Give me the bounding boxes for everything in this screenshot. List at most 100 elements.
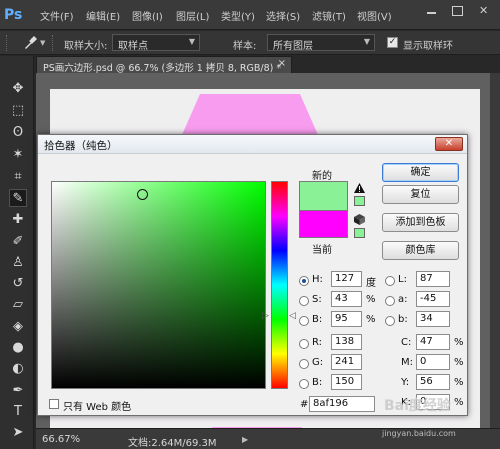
y-input[interactable]: 56: [416, 374, 450, 390]
pen-tool-icon[interactable]: ✒: [9, 382, 27, 400]
m-input[interactable]: 0: [416, 354, 450, 370]
dodge-tool-icon[interactable]: ◐: [9, 360, 27, 378]
dialog-close-button[interactable]: ✕: [435, 137, 463, 151]
magic-wand-tool-icon[interactable]: ✶: [9, 146, 27, 164]
type-tool-icon[interactable]: T: [9, 403, 27, 421]
h-radio[interactable]: [299, 276, 309, 286]
g-input[interactable]: 241: [331, 354, 362, 370]
show-sampling-ring-checkbox[interactable]: ✓: [387, 37, 398, 48]
web-safe-cube-icon[interactable]: [354, 214, 365, 225]
blur-tool-icon[interactable]: ●: [9, 339, 27, 357]
b-radio[interactable]: [299, 316, 309, 326]
l-input[interactable]: 87: [416, 271, 450, 287]
s-input[interactable]: 43: [331, 291, 362, 307]
c-input[interactable]: 47: [416, 334, 450, 350]
sample-size-value: 取样点: [118, 41, 148, 52]
hex-hash-label: #: [300, 399, 309, 410]
paint-bucket-tool-icon[interactable]: ◈: [9, 318, 27, 336]
color-libraries-button[interactable]: 颜色库: [382, 241, 459, 260]
dialog-titlebar[interactable]: 拾色器（纯色） ✕: [38, 135, 467, 154]
blue-input[interactable]: 150: [331, 374, 362, 390]
web-colors-only-checkbox[interactable]: [49, 399, 59, 409]
options-bar-grip[interactable]: [6, 35, 9, 51]
c-label: C:: [401, 337, 412, 348]
a-label: a:: [398, 294, 408, 305]
color-field[interactable]: [51, 181, 266, 389]
stamp-tool-icon[interactable]: ♙: [9, 254, 27, 272]
sample-layers-select[interactable]: 所有图层 ▼: [267, 34, 375, 52]
ok-button[interactable]: 确定: [382, 163, 459, 182]
gamut-warning-icon[interactable]: [354, 183, 365, 193]
menu-type[interactable]: 类型(Y): [221, 8, 255, 23]
h-label: H:: [312, 274, 323, 285]
m-unit: %: [454, 357, 464, 368]
hue-slider-arrow-left-icon[interactable]: ▷: [262, 311, 269, 321]
eyedropper-icon[interactable]: [22, 35, 38, 51]
new-color-label: 新的: [312, 171, 332, 182]
r-input[interactable]: 138: [331, 334, 362, 350]
gamut-warning-swatch[interactable]: [354, 196, 365, 206]
tool-preset-dropdown-icon[interactable]: ▼: [40, 39, 45, 47]
h-unit: 度: [366, 278, 376, 289]
menu-edit[interactable]: 编辑(E): [86, 8, 120, 23]
c-unit: %: [454, 337, 464, 348]
menu-bar: Ps 文件(F) 编辑(E) 图像(I) 图层(L) 类型(Y) 选择(S) 滤…: [0, 0, 500, 30]
menu-file[interactable]: 文件(F): [40, 8, 74, 23]
marquee-tool-icon[interactable]: ⬚: [9, 102, 27, 120]
crop-tool-icon[interactable]: ⌗: [9, 168, 27, 186]
path-selection-tool-icon[interactable]: ➤: [9, 424, 27, 442]
menu-layer[interactable]: 图层(L): [176, 8, 209, 23]
document-tab-title: PS画六边形.psd @ 66.7% (多边形 1 拷贝 8, RGB/8) *: [43, 63, 282, 74]
s-label: S:: [312, 294, 322, 305]
status-menu-arrow-icon[interactable]: ▶: [242, 435, 248, 444]
reset-button[interactable]: 复位: [382, 185, 459, 204]
brush-tool-icon[interactable]: ✐: [9, 233, 27, 251]
sample-layers-value: 所有图层: [273, 41, 313, 52]
color-field-cursor[interactable]: [137, 189, 148, 200]
history-brush-tool-icon[interactable]: ↺: [9, 275, 27, 293]
hex-input[interactable]: 8af196: [309, 396, 375, 412]
menu-view[interactable]: 视图(V): [357, 8, 392, 23]
window-minimize-button[interactable]: [420, 2, 442, 20]
sample-size-label: 取样大小:: [64, 41, 108, 52]
h-input[interactable]: 127: [331, 271, 362, 287]
window-close-button[interactable]: [472, 2, 496, 20]
r-radio[interactable]: [299, 339, 309, 349]
sample-size-select[interactable]: 取样点 ▼: [112, 34, 200, 52]
blue-radio[interactable]: [299, 379, 309, 389]
dialog-title: 拾色器（纯色）: [44, 140, 118, 152]
b-input[interactable]: 95: [331, 311, 362, 327]
menu-image[interactable]: 图像(I): [132, 8, 163, 23]
menu-filter[interactable]: 滤镜(T): [312, 8, 346, 23]
menu-select[interactable]: 选择(S): [266, 8, 300, 23]
zoom-level[interactable]: 66.67%: [42, 434, 80, 445]
web-safe-swatch[interactable]: [354, 228, 365, 238]
eraser-tool-icon[interactable]: ▱: [9, 296, 27, 314]
current-color-label: 当前: [312, 245, 332, 256]
s-radio[interactable]: [299, 296, 309, 306]
baidu-watermark: Bai度经验: [384, 398, 451, 414]
move-tool-icon[interactable]: ✥: [9, 80, 27, 98]
window-maximize-button[interactable]: [446, 2, 468, 20]
current-color-swatch[interactable]: [299, 210, 348, 238]
lasso-tool-icon[interactable]: ʘ: [9, 124, 27, 142]
hue-slider[interactable]: [271, 181, 288, 389]
a-radio[interactable]: [385, 296, 395, 306]
close-tab-icon[interactable]: ×: [278, 58, 286, 69]
a-input[interactable]: -45: [416, 291, 450, 307]
chevron-down-icon: ▼: [188, 37, 195, 46]
healing-brush-tool-icon[interactable]: ✚: [9, 211, 27, 229]
g-radio[interactable]: [299, 359, 309, 369]
eyedropper-tool-icon[interactable]: ✎: [9, 189, 27, 207]
document-size-info: 文档:2.64M/69.3M: [128, 438, 217, 449]
l-radio[interactable]: [385, 276, 395, 286]
add-to-swatches-button[interactable]: 添加到色板: [382, 213, 459, 232]
vertical-scrollbar[interactable]: [490, 73, 500, 428]
r-label: R:: [312, 337, 323, 348]
lab-b-radio[interactable]: [385, 316, 395, 326]
chevron-down-icon: ▼: [363, 37, 370, 46]
lab-b-input[interactable]: 34: [416, 311, 450, 327]
hue-slider-arrow-right-icon[interactable]: ◁: [289, 311, 296, 321]
s-unit: %: [366, 294, 376, 305]
document-tab[interactable]: PS画六边形.psd @ 66.7% (多边形 1 拷贝 8, RGB/8) *…: [36, 56, 292, 74]
